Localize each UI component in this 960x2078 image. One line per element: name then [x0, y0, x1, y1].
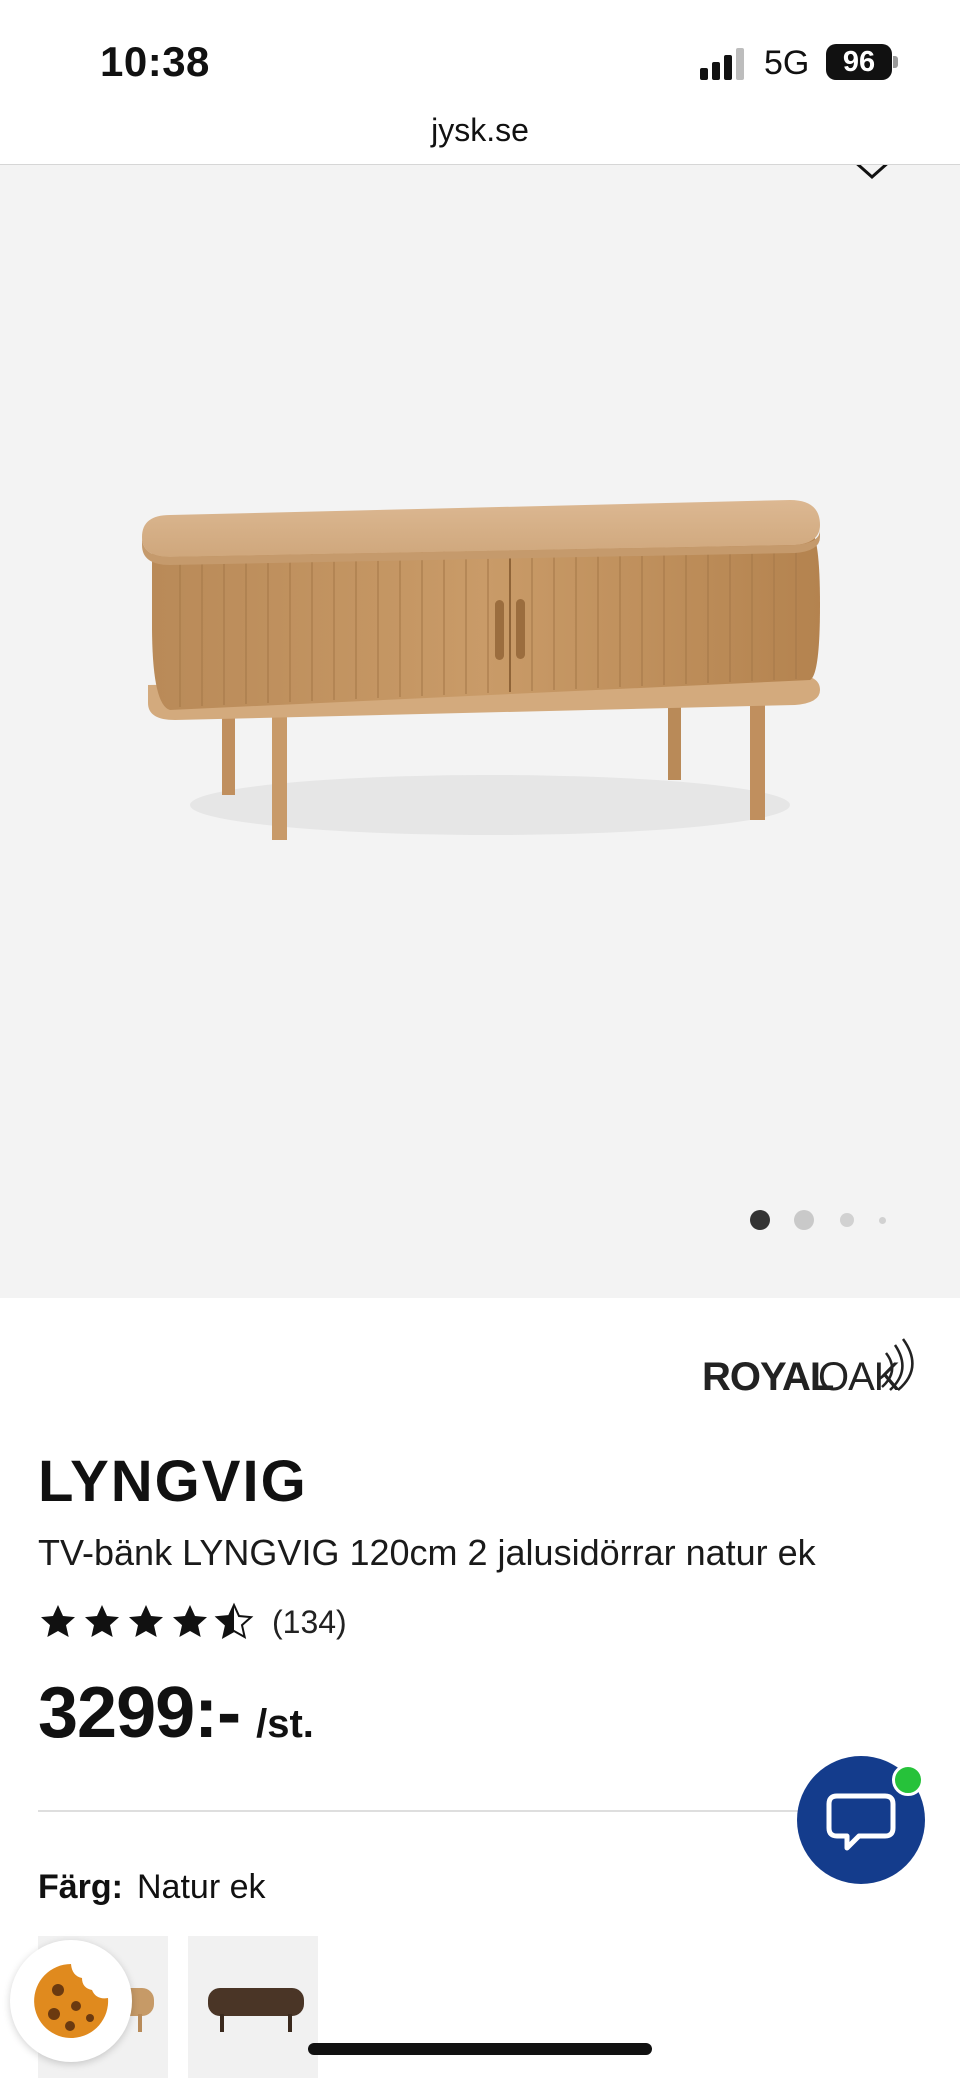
chevron-down-icon[interactable] — [850, 165, 894, 185]
star-half-icon — [214, 1602, 254, 1639]
price-unit: /st. — [256, 1702, 314, 1746]
address-bar[interactable]: jysk.se — [0, 112, 960, 149]
gallery-dot-active[interactable] — [750, 1210, 770, 1230]
price-block: 3299:- /st. — [38, 1672, 314, 1754]
status-bar: 10:38 5G 96 — [0, 0, 960, 110]
color-selector: Färg: Natur ek — [38, 1868, 266, 1907]
section-divider — [38, 1810, 798, 1812]
battery-level: 96 — [826, 44, 892, 80]
color-swatch-dark[interactable] — [188, 1936, 318, 2078]
product-image — [142, 500, 820, 840]
gallery-pagination[interactable] — [0, 1205, 960, 1235]
cookie-icon — [34, 1964, 109, 2038]
cellular-signal-icon — [700, 48, 744, 80]
cookie-settings-button[interactable] — [10, 1940, 132, 2062]
color-value: Natur ek — [137, 1868, 266, 1906]
star-full-icon — [85, 1605, 119, 1637]
product-price: 3299:- — [38, 1673, 241, 1753]
online-status-dot — [892, 1764, 924, 1796]
brand-logo: ROYAL OAK — [702, 1338, 914, 1399]
star-full-icon — [129, 1605, 163, 1637]
gallery-dot[interactable] — [794, 1210, 814, 1230]
product-title: LYNGVIG — [38, 1449, 308, 1514]
star-full-icon — [41, 1605, 75, 1637]
network-type: 5G — [764, 44, 810, 82]
color-label: Färg: — [38, 1868, 123, 1906]
gallery-dot[interactable] — [840, 1213, 854, 1227]
product-subtitle: TV-bänk LYNGVIG 120cm 2 jalusidörrar nat… — [38, 1532, 816, 1573]
svg-text:OAK: OAK — [818, 1355, 901, 1399]
status-time: 10:38 — [100, 38, 210, 85]
product-image-gallery[interactable] — [0, 165, 960, 1298]
gallery-dot[interactable] — [879, 1217, 886, 1224]
battery-cap — [893, 56, 898, 68]
review-count[interactable]: (134) — [272, 1604, 347, 1641]
swatch-image-dark — [208, 1988, 304, 2032]
product-rating[interactable]: (134) — [38, 1600, 347, 1644]
home-indicator[interactable] — [308, 2043, 652, 2055]
svg-text:ROYAL: ROYAL — [702, 1355, 834, 1399]
star-full-icon — [173, 1605, 207, 1637]
